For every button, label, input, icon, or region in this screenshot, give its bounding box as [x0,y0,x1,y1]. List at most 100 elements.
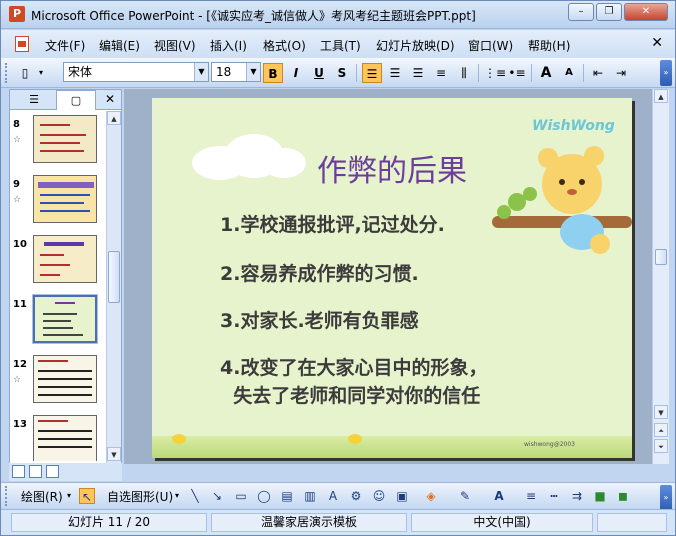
slide-title[interactable]: 作弊的后果 [152,146,632,190]
font-color-icon[interactable]: A [491,488,507,504]
menu-view[interactable]: 视图(V) [154,37,196,54]
slide-bullet-2[interactable]: 2.容易养成作弊的习惯. [220,259,419,286]
toolbar-grip[interactable] [5,486,9,506]
previous-slide-icon[interactable]: ⏶ [654,423,668,437]
slide-thumbnail[interactable] [33,115,97,163]
menu-tools[interactable]: 工具(T) [320,37,361,54]
slides-pane-scrollbar[interactable]: ▲ ▼ [106,111,121,463]
slide-thumbnail[interactable] [33,355,97,403]
oval-icon[interactable]: ◯ [256,488,272,504]
italic-button[interactable]: I [286,63,306,83]
bullets-icon[interactable]: •≡ [507,63,527,83]
justify-icon[interactable]: ≡ [431,63,451,83]
scroll-down-icon[interactable]: ▼ [107,447,121,461]
normal-view-icon[interactable] [12,465,25,478]
scroll-up-icon[interactable]: ▲ [107,111,121,125]
rectangle-icon[interactable]: ▭ [233,488,249,504]
align-right-icon[interactable]: ☰ [408,63,428,83]
line-icon[interactable]: ╲ [187,488,203,504]
menu-help[interactable]: 帮助(H) [528,37,570,54]
slide-bullet-4-continued[interactable]: 失去了老师和同学对你的信任 [220,381,480,408]
increase-indent-icon[interactable]: ⇥ [611,63,631,83]
document-icon[interactable] [15,36,29,52]
slide-thumbnail-selected[interactable] [32,294,98,344]
dash-style-icon[interactable]: ┅ [546,488,562,504]
autoshapes-button[interactable]: 自选图形(U) [107,488,173,505]
grow-font-button[interactable]: A [536,63,556,83]
select-pointer-icon[interactable]: ↖ [79,488,95,504]
minimize-button[interactable]: – [568,3,594,21]
decrease-indent-icon[interactable]: ⇤ [588,63,608,83]
slide-thumbnail[interactable] [33,235,97,283]
new-document-icon[interactable]: ▯ [15,63,35,83]
arrow-icon[interactable]: ↘ [209,488,225,504]
align-center-icon[interactable]: ☰ [385,63,405,83]
pane-close-icon[interactable]: ✕ [105,92,115,106]
slide-thumbnail[interactable] [33,175,97,223]
arrow-style-icon[interactable]: ⇉ [569,488,585,504]
line-color-icon[interactable]: ✎ [457,488,473,504]
slide-thumbnail-row[interactable]: 9 ☆ [10,175,107,231]
diagram-icon[interactable]: ⚙ [348,488,364,504]
tab-slides[interactable]: ▢ [56,90,96,110]
toolbar-overflow-icon[interactable]: » [660,485,672,511]
draw-menu-button[interactable]: 绘图(R) [21,488,63,505]
slide-thumbnail-row[interactable]: 11 [10,294,107,351]
menu-insert[interactable]: 插入(I) [210,37,247,54]
slide-bullet-3[interactable]: 3.对家长.老师有负罪感 [220,306,419,333]
toolbar-separator [356,64,357,82]
scroll-up-icon[interactable]: ▲ [654,89,668,103]
scroll-thumb[interactable] [108,251,120,303]
slide-thumbnail-row[interactable]: 8 ☆ [10,115,107,171]
slide-thumbnail-row[interactable]: 12 ☆ [10,355,107,411]
slide-thumbnail-row[interactable]: 13 [10,415,107,461]
restore-button[interactable]: ❐ [596,3,622,21]
scroll-down-icon[interactable]: ▼ [654,405,668,419]
numbering-icon[interactable]: ⋮≡ [484,63,506,83]
font-size-dropdown-icon[interactable]: ▼ [246,63,260,81]
menu-edit[interactable]: 编辑(E) [99,37,140,54]
slide-bullet-4[interactable]: 4.改变了在大家心目中的形象， [220,353,487,380]
tab-outline[interactable]: ☰ [14,90,54,110]
underline-button[interactable]: U [309,63,329,83]
slide-sorter-icon[interactable] [29,465,42,478]
columns-icon[interactable]: ⫼ [454,63,474,83]
picture-icon[interactable]: ▣ [394,488,410,504]
slide-thumbnail[interactable] [33,415,97,461]
menu-window[interactable]: 窗口(W) [468,37,513,54]
shadow-style-icon[interactable]: ■ [592,488,608,504]
toolbar-grip[interactable] [5,63,9,83]
next-slide-icon[interactable]: ⏷ [654,439,668,453]
vertical-textbox-icon[interactable]: ▥ [302,488,318,504]
wordart-icon[interactable]: A [325,488,341,504]
toolbar-overflow-icon[interactable]: » [660,60,672,86]
powerpoint-app-icon[interactable]: P [9,6,25,22]
fill-color-icon[interactable]: ◈ [423,488,439,504]
autoshapes-dropdown-icon[interactable]: ▾ [175,491,179,500]
clipart-icon[interactable]: ☺ [371,488,387,504]
menu-slideshow[interactable]: 幻灯片放映(D) [376,37,455,54]
shrink-font-button[interactable]: A [559,63,579,83]
shadow-button[interactable]: S [332,63,352,83]
menu-file[interactable]: 文件(F) [45,37,85,54]
current-slide[interactable]: WishWong 作弊的后果 1.学校通报批评,记过处分. 2.容易养成作弊的习… [152,98,632,458]
draw-menu-dropdown-icon[interactable]: ▾ [67,491,71,500]
menu-format[interactable]: 格式(O) [263,37,306,54]
scroll-thumb[interactable] [655,249,667,265]
font-name-select[interactable]: 宋体 ▼ [63,62,209,82]
font-size-select[interactable]: 18 ▼ [211,62,261,82]
3d-style-icon[interactable]: ◼ [615,488,631,504]
textbox-icon[interactable]: ▤ [279,488,295,504]
slideshow-view-icon[interactable] [46,465,59,478]
document-close-icon[interactable]: ✕ [651,35,663,51]
slide-area-scrollbar[interactable]: ▲ ▼ ⏶ ⏷ [652,89,669,464]
slide-thumbnail-row[interactable]: 10 [10,235,107,291]
font-name-dropdown-icon[interactable]: ▼ [194,63,208,81]
slide-bullet-1[interactable]: 1.学校通报批评,记过处分. [220,210,445,237]
close-button[interactable]: ✕ [624,3,668,21]
align-left-icon[interactable]: ☰ [362,63,382,83]
bold-button[interactable]: B [263,63,283,83]
status-bar: 幻灯片 11 / 20 温馨家居演示模板 中文(中国) [1,509,675,535]
line-style-icon[interactable]: ≡ [523,488,539,504]
toolbar-options-icon[interactable]: ▾ [35,63,47,83]
